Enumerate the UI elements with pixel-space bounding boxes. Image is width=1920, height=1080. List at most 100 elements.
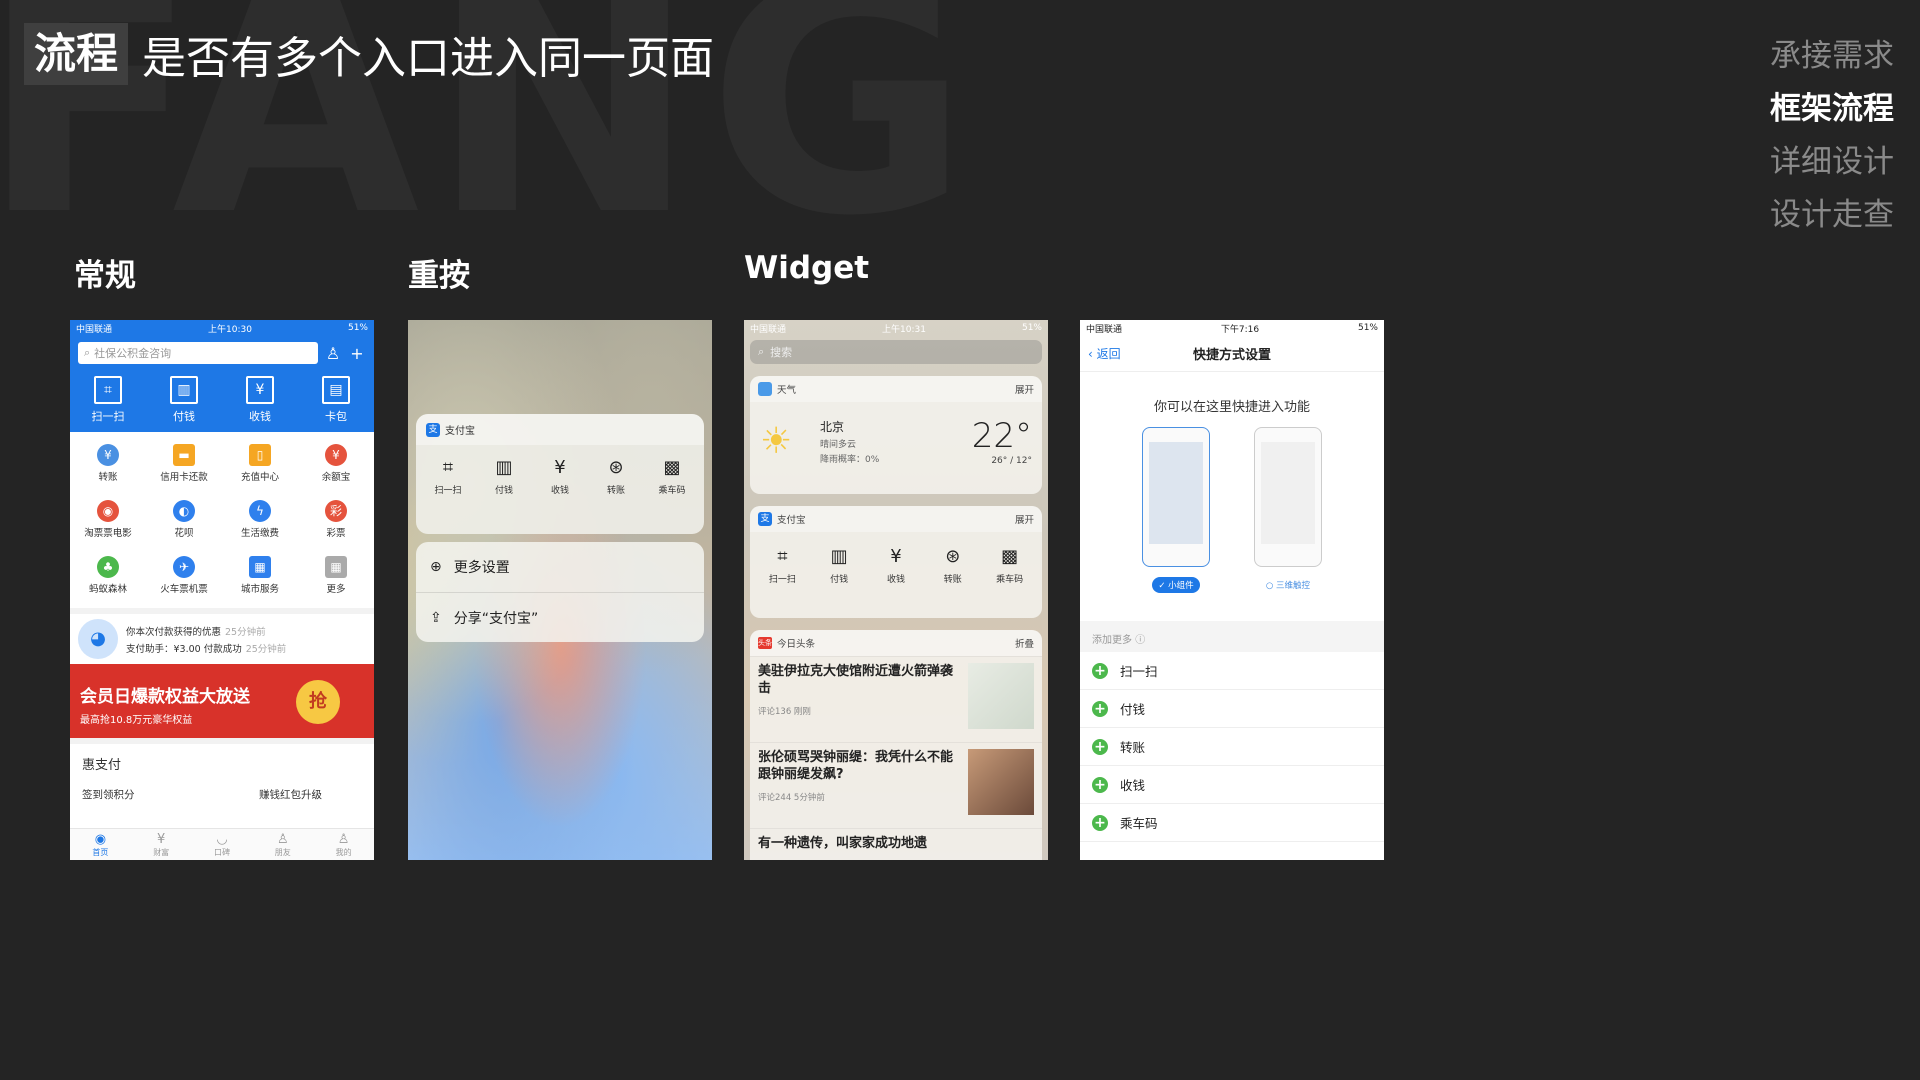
widget-transfer-button[interactable]: ⊛ 转账 bbox=[928, 546, 978, 585]
list-item[interactable]: + 转账 bbox=[1080, 728, 1384, 766]
hui-item-checkin[interactable]: 签到领积分 bbox=[82, 787, 135, 802]
service-transfer[interactable]: ¥ 转账 bbox=[70, 438, 146, 494]
widget-pay-button[interactable]: ▥ 付钱 bbox=[479, 457, 529, 496]
add-icon[interactable]: + bbox=[1092, 814, 1108, 831]
option-3d-touch[interactable]: ○ 三维触控 bbox=[1254, 427, 1322, 593]
coin-icon: 抢 bbox=[296, 680, 340, 724]
quick-scan-button[interactable]: ⌗ 扫一扫 bbox=[78, 374, 138, 424]
column-label-regular: 常规 bbox=[74, 258, 136, 294]
status-carrier: 中国联通 bbox=[76, 324, 113, 335]
tab-friends[interactable]: ♙ 朋友 bbox=[275, 829, 291, 860]
tab-home[interactable]: ◉ 首页 bbox=[92, 829, 108, 860]
service-forest[interactable]: ♣ 蚂蚁森林 bbox=[70, 550, 146, 606]
friends-icon: ♙ bbox=[276, 832, 289, 847]
slide: FANG 流程 是否有多个入口进入同一页面 承接需求 框架流程 详细设计 设计走… bbox=[0, 0, 1920, 1080]
transfer-icon: ¥ bbox=[97, 444, 119, 466]
service-huabei[interactable]: ◐ 花呗 bbox=[146, 494, 222, 550]
nav-item-framework[interactable]: 框架流程 bbox=[1770, 83, 1894, 136]
service-more[interactable]: ▦ 更多 bbox=[298, 550, 374, 606]
tab-koubei[interactable]: ◡ 口碑 bbox=[214, 829, 230, 860]
hui-item-redpacket[interactable]: 赚钱红包升级 bbox=[259, 787, 322, 802]
nav-item-requirements[interactable]: 承接需求 bbox=[1770, 30, 1894, 83]
nav-item-detail-design[interactable]: 详细设计 bbox=[1770, 136, 1894, 189]
widget-bus-code-button[interactable]: ▩ 乘车码 bbox=[647, 457, 697, 496]
widget-title: 支付宝 bbox=[445, 426, 475, 437]
service-label: 更多 bbox=[326, 584, 346, 595]
assistant-icon: ◕ bbox=[78, 619, 118, 659]
expand-button[interactable]: 展开 bbox=[1015, 512, 1034, 526]
service-yuebao[interactable]: ¥ 余额宝 bbox=[298, 438, 374, 494]
tab-me[interactable]: ♙ 我的 bbox=[336, 829, 352, 860]
phone-force-touch: 支 支付宝 ⌗ 扫一扫 ▥ 付钱 ¥ 收钱 ⊛ 转账 ▩ 乘车码 ⊕ 更多设置 ⇪ 分享“支付… bbox=[408, 320, 712, 860]
scan-icon: ⌗ bbox=[94, 376, 122, 404]
weather-range: 26° / 12° bbox=[991, 456, 1032, 466]
search-input[interactable]: ⌕ 搜索 bbox=[750, 340, 1042, 364]
sun-icon: ☀ bbox=[760, 420, 793, 462]
widget-scan-button[interactable]: ⌗ 扫一扫 bbox=[757, 546, 807, 585]
search-input[interactable]: ⌕ 社保公积金咨询 bbox=[78, 342, 318, 364]
option-label: ✓ 小组件 bbox=[1152, 577, 1200, 593]
add-icon[interactable]: + bbox=[1092, 662, 1108, 679]
add-icon[interactable]: + bbox=[1092, 738, 1108, 755]
phone-widget: 中国联通 上午10:31 51% ⌕ 搜索 天气 展开 ☀ 北京 晴间多云 降雨… bbox=[744, 320, 1048, 860]
menu-share[interactable]: ⇪ 分享“支付宝” bbox=[416, 592, 704, 642]
alipay-logo-icon: 支 bbox=[426, 422, 440, 437]
yuan-icon: ¥ bbox=[554, 457, 566, 478]
widget-receive-button[interactable]: ¥ 收钱 bbox=[871, 546, 921, 585]
menu-more-settings[interactable]: ⊕ 更多设置 bbox=[416, 542, 704, 592]
service-topup[interactable]: ▯ 充值中心 bbox=[222, 438, 298, 494]
expand-button[interactable]: 展开 bbox=[1015, 382, 1034, 396]
add-icon[interactable]: + bbox=[1092, 776, 1108, 793]
force-touch-widget: 支 支付宝 ⌗ 扫一扫 ▥ 付钱 ¥ 收钱 ⊛ 转账 ▩ 乘车码 bbox=[416, 414, 704, 534]
add-icon[interactable]: + bbox=[1092, 700, 1108, 717]
intro-text: 你可以在这里快捷进入功能 bbox=[1153, 400, 1310, 415]
notice-line: 支付助手：¥3.00 付款成功 25分钟前 bbox=[126, 643, 287, 655]
service-tickets[interactable]: ✈ 火车票机票 bbox=[146, 550, 222, 606]
news-item[interactable]: 有一种遗传，叫家家成功地遗 bbox=[750, 828, 1042, 858]
quick-pay-button[interactable]: ▥ 付钱 bbox=[154, 374, 214, 424]
service-lottery[interactable]: 彩彩票 bbox=[298, 494, 374, 550]
building-icon: ▦ bbox=[249, 556, 271, 578]
add-icon[interactable]: + bbox=[348, 344, 366, 363]
widget-pay-button[interactable]: ▥ 付钱 bbox=[814, 546, 864, 585]
contacts-icon[interactable]: ♙ bbox=[324, 344, 342, 363]
list-item[interactable]: + 扫一扫 bbox=[1080, 652, 1384, 690]
service-label: 彩票 bbox=[326, 528, 346, 539]
list-item[interactable]: + 付钱 bbox=[1080, 690, 1384, 728]
widget-transfer-button[interactable]: ⊛ 转账 bbox=[591, 457, 641, 496]
tab-wealth[interactable]: ¥ 财富 bbox=[153, 829, 169, 860]
widget-scan-button[interactable]: ⌗ 扫一扫 bbox=[423, 457, 473, 496]
quick-label: 扫一扫 bbox=[91, 410, 125, 423]
movie-icon: ◉ bbox=[97, 500, 119, 522]
quick-receive-button[interactable]: ¥ 收钱 bbox=[230, 374, 290, 424]
quick-cards-button[interactable]: ▤ 卡包 bbox=[306, 374, 366, 424]
promo-banner[interactable]: 会员日爆款权益大放送 最高抢10.8万元豪华权益 抢 bbox=[70, 664, 374, 738]
collapse-button[interactable]: 折叠 bbox=[1015, 636, 1034, 650]
help-icon: ⓘ bbox=[1135, 635, 1146, 646]
service-label: 火车票机票 bbox=[160, 584, 208, 595]
news-item[interactable]: 张伦硕骂哭钟丽缇：我凭什么不能跟钟丽缇发飙? 评论244 5分钟前 bbox=[750, 742, 1042, 828]
notification-card[interactable]: ◕ 你本次付款获得的优惠 25分钟前 支付助手：¥3.00 付款成功 25分钟前 bbox=[70, 608, 374, 664]
list-item[interactable]: + 乘车码 bbox=[1080, 804, 1384, 842]
plus-circle-icon: ⊕ bbox=[430, 559, 442, 575]
option-label: ○ 三维触控 bbox=[1265, 581, 1311, 591]
yuan-icon: ¥ bbox=[890, 546, 902, 567]
service-credit-card[interactable]: ▬ 信用卡还款 bbox=[146, 438, 222, 494]
news-item[interactable]: 美驻伊拉克大使馆附近遭火箭弹袭击 评论136 刚刚 bbox=[750, 656, 1042, 742]
service-movie[interactable]: ◉ 淘票票电影 bbox=[70, 494, 146, 550]
list-item[interactable]: + 收钱 bbox=[1080, 766, 1384, 804]
news-widget: 头条 今日头条 折叠 美驻伊拉克大使馆附近遭火箭弹袭击 评论136 刚刚 张伦硕骂哭… bbox=[750, 630, 1042, 860]
radio-icon: ○ bbox=[1265, 581, 1277, 591]
wallet-icon: ▤ bbox=[322, 376, 350, 404]
qrcode-icon: ▩ bbox=[663, 457, 681, 478]
service-city[interactable]: ▦ 城市服务 bbox=[222, 550, 298, 606]
credit-card-icon: ▬ bbox=[173, 444, 195, 466]
widget-bus-code-button[interactable]: ▩ 乘车码 bbox=[985, 546, 1035, 585]
service-utilities[interactable]: ϟ 生活缴费 bbox=[222, 494, 298, 550]
force-touch-menu: ⊕ 更多设置 ⇪ 分享“支付宝” bbox=[416, 542, 704, 642]
scan-icon: ⌗ bbox=[777, 546, 788, 567]
widget-receive-button[interactable]: ¥ 收钱 bbox=[535, 457, 585, 496]
tab-bar: ◉ 首页 ¥ 财富 ◡ 口碑 ♙ 朋友 ♙ 我的 bbox=[70, 828, 374, 860]
option-widget[interactable]: ✓ 小组件 bbox=[1142, 427, 1210, 593]
nav-item-design-review[interactable]: 设计走查 bbox=[1770, 189, 1894, 242]
